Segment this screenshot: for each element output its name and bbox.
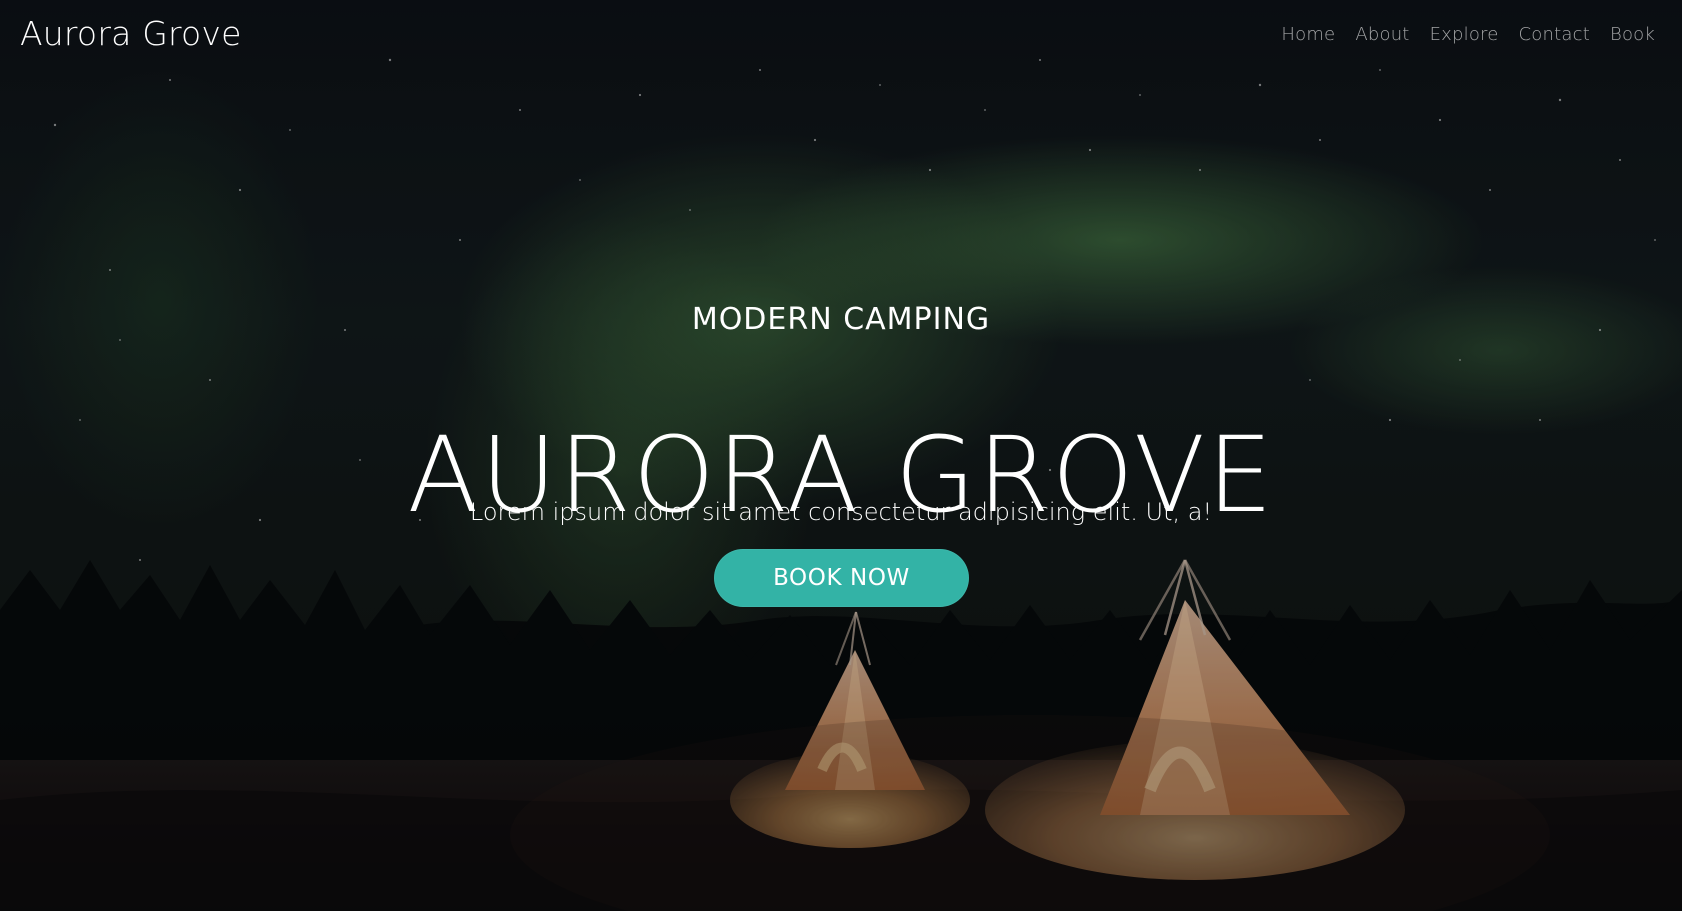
- hero-section: Aurora Grove Home About Explore Contact …: [0, 0, 1682, 911]
- nav-contact[interactable]: Contact: [1519, 24, 1590, 45]
- hero-subtitle: Lorem ipsum dolor sit amet consectetur a…: [469, 498, 1213, 526]
- hero-kicker: MODERN CAMPING: [691, 302, 991, 337]
- nav-home[interactable]: Home: [1281, 24, 1335, 45]
- hero-content: MODERN CAMPING AURORA GROVE Lorem ipsum …: [0, 0, 1682, 911]
- book-now-button[interactable]: BOOK NOW: [714, 549, 969, 607]
- main-menu: Home About Explore Contact Book: [1281, 24, 1655, 45]
- top-nav: Aurora Grove Home About Explore Contact …: [0, 0, 1682, 72]
- nav-about[interactable]: About: [1355, 24, 1409, 45]
- nav-explore[interactable]: Explore: [1430, 24, 1499, 45]
- brand-logo[interactable]: Aurora Grove: [20, 14, 242, 53]
- nav-book[interactable]: Book: [1610, 24, 1655, 45]
